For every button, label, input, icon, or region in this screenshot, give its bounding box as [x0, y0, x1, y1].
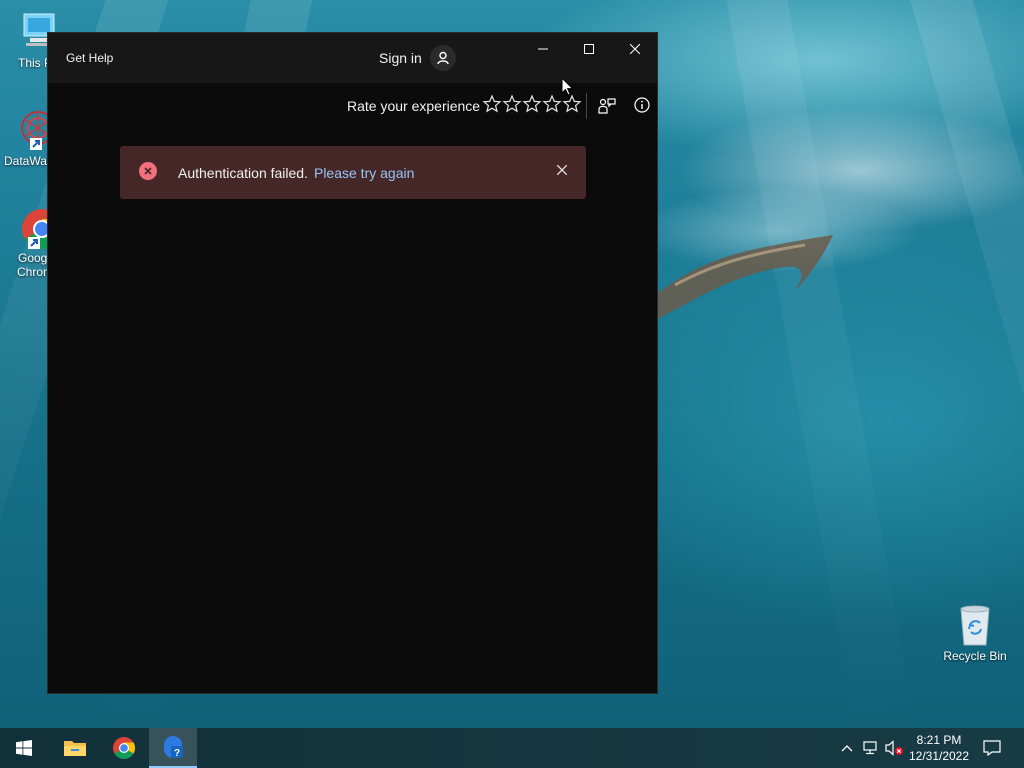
recycle-bin-icon: [953, 603, 997, 647]
sign-in-button[interactable]: Sign in: [379, 45, 456, 71]
start-icon: [16, 740, 32, 756]
taskbar-chrome[interactable]: [100, 728, 148, 768]
network-button[interactable]: [861, 728, 881, 768]
minimize-button[interactable]: [520, 33, 566, 65]
star-outline-icon[interactable]: [542, 94, 562, 114]
desktop-icon-recycle-bin[interactable]: Recycle Bin: [937, 603, 1013, 663]
taskbar-file-explorer[interactable]: [51, 728, 99, 768]
info-button[interactable]: [632, 95, 652, 115]
star-outline-icon[interactable]: [562, 94, 582, 114]
window-title: Get Help: [66, 51, 114, 65]
mouse-cursor-icon: [561, 77, 574, 96]
close-button[interactable]: [612, 33, 658, 65]
sign-in-label: Sign in: [379, 50, 422, 66]
volume-button[interactable]: [884, 728, 906, 768]
error-message-row: Authentication failed. Please try again: [178, 165, 414, 181]
star-outline-icon[interactable]: [482, 94, 502, 114]
clock-date: 12/31/2022: [908, 749, 970, 763]
feedback-button[interactable]: [596, 95, 618, 117]
show-hidden-icons-button[interactable]: [838, 728, 856, 768]
datawag-icon: [8, 108, 55, 152]
start-button[interactable]: [0, 728, 48, 768]
close-icon: [557, 165, 567, 175]
retry-link[interactable]: Please try again: [314, 165, 414, 181]
volume-muted-icon: [885, 740, 903, 756]
toolbar-divider: [586, 93, 587, 119]
taskbar: ? 8:21 PM 12/31/2022: [0, 728, 1024, 768]
info-icon: [634, 97, 650, 113]
svg-text:?: ?: [174, 748, 180, 759]
action-center-button[interactable]: [980, 728, 1004, 768]
star-rating: [482, 94, 582, 114]
error-banner: Authentication failed. Please try again: [120, 146, 586, 199]
error-message: Authentication failed.: [178, 165, 308, 181]
star-outline-icon[interactable]: [502, 94, 522, 114]
minimize-icon: [538, 48, 548, 50]
chevron-up-icon: [841, 745, 853, 752]
desktop-icon-label: Recycle Bin: [943, 649, 1007, 663]
get-help-window: Get Help Sign in Rate your experience Au…: [47, 32, 658, 694]
get-help-icon: ?: [164, 736, 183, 759]
close-icon: [630, 44, 640, 54]
chrome-icon: [113, 737, 135, 759]
clock[interactable]: 8:21 PM 12/31/2022: [906, 732, 972, 764]
clock-time: 8:21 PM: [916, 733, 962, 747]
notification-icon: [983, 740, 1001, 756]
wallpaper-figure: [655, 235, 833, 320]
taskbar-get-help[interactable]: ?: [149, 728, 197, 768]
title-bar[interactable]: Get Help Sign in: [48, 33, 657, 83]
file-explorer-icon: [64, 741, 86, 756]
rate-experience-label: Rate your experience: [347, 98, 481, 114]
error-icon: [139, 162, 157, 180]
maximize-button[interactable]: [566, 33, 612, 65]
feedback-icon: [598, 98, 616, 114]
user-icon: [429, 45, 456, 71]
star-outline-icon[interactable]: [522, 94, 542, 114]
maximize-icon: [584, 44, 594, 54]
network-icon: [863, 741, 877, 755]
dismiss-error-button[interactable]: [552, 160, 572, 180]
